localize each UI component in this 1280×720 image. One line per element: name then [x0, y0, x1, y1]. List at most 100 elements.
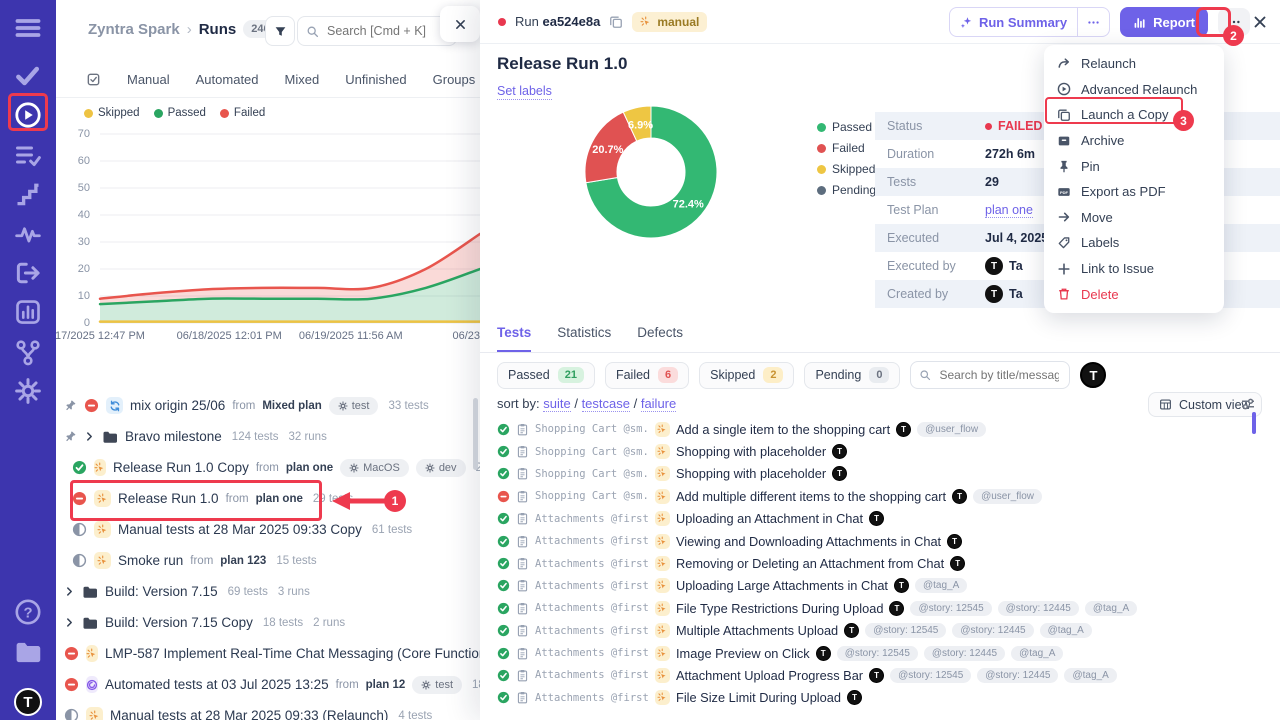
- menu-item-export-as-pdf[interactable]: PDFExport as PDF: [1044, 179, 1224, 205]
- sidebar-avatar[interactable]: T: [14, 688, 42, 716]
- test-row[interactable]: Attachments @firstUploading an Attachmen…: [490, 508, 1278, 530]
- select-all-icon[interactable]: [86, 72, 101, 87]
- sort-by-failure[interactable]: failure: [641, 396, 676, 412]
- test-case-icon: [516, 467, 529, 480]
- tab-groups[interactable]: Groups: [433, 72, 476, 87]
- set-labels-link[interactable]: Set labels: [497, 84, 552, 100]
- run-list-item[interactable]: Automated tests at 03 Jul 2025 13:25from…: [56, 669, 480, 700]
- legend-dot: [817, 123, 826, 132]
- tab-tests[interactable]: Tests: [497, 325, 531, 352]
- run-plan-link[interactable]: plan 123: [220, 555, 266, 567]
- test-row[interactable]: Shopping Cart @sm...Shopping with placeh…: [490, 463, 1278, 485]
- test-row[interactable]: Shopping Cart @sm...Shopping with placeh…: [490, 440, 1278, 462]
- test-search-input[interactable]: [937, 367, 1061, 383]
- test-tag: @user_flow: [973, 489, 1042, 504]
- suite-name: Shopping Cart @sm...: [535, 468, 649, 480]
- tab-unfinished[interactable]: Unfinished: [345, 72, 406, 87]
- run-summary-more-button[interactable]: [1077, 8, 1109, 36]
- list-check-icon[interactable]: [14, 141, 42, 169]
- run-list-item[interactable]: mix origin 25/06fromMixed plantest33 tes…: [56, 390, 480, 421]
- filter-chip-passed[interactable]: Passed21: [497, 362, 595, 389]
- filter-chip-failed[interactable]: Failed6: [605, 362, 689, 389]
- gear-icon[interactable]: [14, 377, 42, 405]
- test-row[interactable]: Attachments @firstRemoving or Deleting a…: [490, 552, 1278, 574]
- run-list-item[interactable]: Manual tests at 28 Mar 2025 09:33 (Relau…: [56, 700, 480, 720]
- run-plan-link[interactable]: plan one: [286, 462, 333, 474]
- manual-test-icon: [655, 556, 670, 571]
- run-list-item[interactable]: Smoke runfromplan 12315 tests: [56, 545, 480, 576]
- test-row[interactable]: Attachments @firstFile Size Limit During…: [490, 687, 1278, 709]
- filter-chip-pending[interactable]: Pending0: [804, 362, 900, 389]
- menu-item-link-to-issue[interactable]: Link to Issue: [1044, 256, 1224, 282]
- menu-item-labels[interactable]: Labels: [1044, 230, 1224, 256]
- menu-item-advanced-relaunch[interactable]: Advanced Relaunch: [1044, 77, 1224, 103]
- run-plan-link[interactable]: plan one: [256, 493, 303, 505]
- runs-search-input[interactable]: [325, 23, 448, 39]
- donut-legend-skipped: Skipped: [817, 162, 876, 176]
- play-circle-icon[interactable]: [14, 101, 42, 129]
- sign-in-icon[interactable]: [14, 259, 42, 287]
- breadcrumb-project[interactable]: Zyntra Spark: [88, 21, 180, 38]
- automated-run-icon: [86, 676, 98, 693]
- run-summary-button[interactable]: Run Summary: [950, 15, 1077, 30]
- menu-icon[interactable]: [14, 14, 42, 42]
- test-row[interactable]: Attachments @firstViewing and Downloadin…: [490, 530, 1278, 552]
- run-list-item[interactable]: Build: Version 7.15 Copy18 tests2 runs: [56, 607, 480, 638]
- tab-manual[interactable]: Manual: [127, 72, 170, 87]
- tab-defects[interactable]: Defects: [637, 325, 683, 352]
- tab-automated[interactable]: Automated: [196, 72, 259, 87]
- sort-by-testcase[interactable]: testcase: [582, 396, 630, 412]
- assignee-avatar: T: [832, 444, 847, 459]
- run-detail-tabs: Tests Statistics Defects: [480, 325, 1280, 353]
- menu-item-pin[interactable]: Pin: [1044, 153, 1224, 179]
- menu-item-launch-a-copy[interactable]: Launch a Copy: [1044, 102, 1224, 128]
- menu-item-relaunch[interactable]: Relaunch: [1044, 51, 1224, 77]
- dots-icon: [1087, 16, 1100, 29]
- test-row[interactable]: Attachments @firstFile Type Restrictions…: [490, 597, 1278, 619]
- run-plan-link[interactable]: plan 12: [366, 679, 406, 691]
- test-row[interactable]: Attachments @firstImage Preview on Click…: [490, 642, 1278, 664]
- test-row[interactable]: Attachments @firstUploading Large Attach…: [490, 575, 1278, 597]
- menu-item-label: Pin: [1081, 159, 1100, 174]
- branch-icon[interactable]: [14, 338, 42, 366]
- run-list-item[interactable]: Release Run 1.0fromplan one29 tests: [56, 483, 480, 514]
- run-count: 18 tests: [472, 679, 480, 691]
- legend-label: Failed: [832, 141, 865, 155]
- check-icon[interactable]: [14, 62, 42, 90]
- sort-by-suite[interactable]: suite: [543, 396, 570, 412]
- steps-icon[interactable]: [14, 180, 42, 208]
- assignee-avatar[interactable]: T: [1080, 362, 1106, 388]
- pulse-icon[interactable]: [14, 220, 42, 248]
- run-list-item[interactable]: LMP-587 Implement Real-Time Chat Messagi…: [56, 638, 480, 669]
- menu-item-delete[interactable]: Delete: [1044, 281, 1224, 307]
- run-list-item[interactable]: Manual tests at 28 Mar 2025 09:33 Copy61…: [56, 514, 480, 545]
- test-row[interactable]: Shopping Cart @sm...Add multiple differe…: [490, 485, 1278, 507]
- menu-item-move[interactable]: Move: [1044, 205, 1224, 231]
- info-value[interactable]: plan one: [985, 203, 1033, 218]
- tab-statistics[interactable]: Statistics: [557, 325, 611, 352]
- test-row[interactable]: Attachments @firstAttachment Upload Prog…: [490, 664, 1278, 686]
- runs-scrollbar[interactable]: [473, 398, 478, 470]
- panel-close-button[interactable]: [440, 6, 480, 42]
- folder-icon[interactable]: [14, 638, 42, 666]
- test-row[interactable]: Attachments @firstMultiple Attachments U…: [490, 620, 1278, 642]
- menu-item-archive[interactable]: Archive: [1044, 128, 1224, 154]
- bar-chart-icon[interactable]: [14, 298, 42, 326]
- run-count: 4 tests: [398, 710, 432, 720]
- run-list-item[interactable]: Release Run 1.0 Copyfromplan oneMacOSdev…: [56, 452, 480, 483]
- filter-chip-skipped[interactable]: Skipped2: [699, 362, 794, 389]
- run-list-item[interactable]: Bravo milestone124 tests32 runs: [56, 421, 480, 452]
- copy-run-id-icon[interactable]: [609, 15, 623, 29]
- report-button[interactable]: Report: [1120, 7, 1208, 37]
- run-list-item[interactable]: Build: Version 7.1569 tests3 runs: [56, 576, 480, 607]
- test-row[interactable]: Shopping Cart @sm...Add a single item to…: [490, 418, 1278, 440]
- filter-button[interactable]: [265, 16, 295, 46]
- run-from-label: from: [232, 400, 255, 412]
- run-plan-link[interactable]: Mixed plan: [262, 400, 321, 412]
- drawer-close-icon[interactable]: [1252, 14, 1268, 30]
- tab-mixed[interactable]: Mixed: [285, 72, 320, 87]
- run-actions-menu-button[interactable]: [1218, 8, 1250, 36]
- help-icon[interactable]: ?: [14, 598, 42, 626]
- view-settings-icon[interactable]: [1240, 396, 1256, 412]
- legend-dot: [84, 109, 93, 118]
